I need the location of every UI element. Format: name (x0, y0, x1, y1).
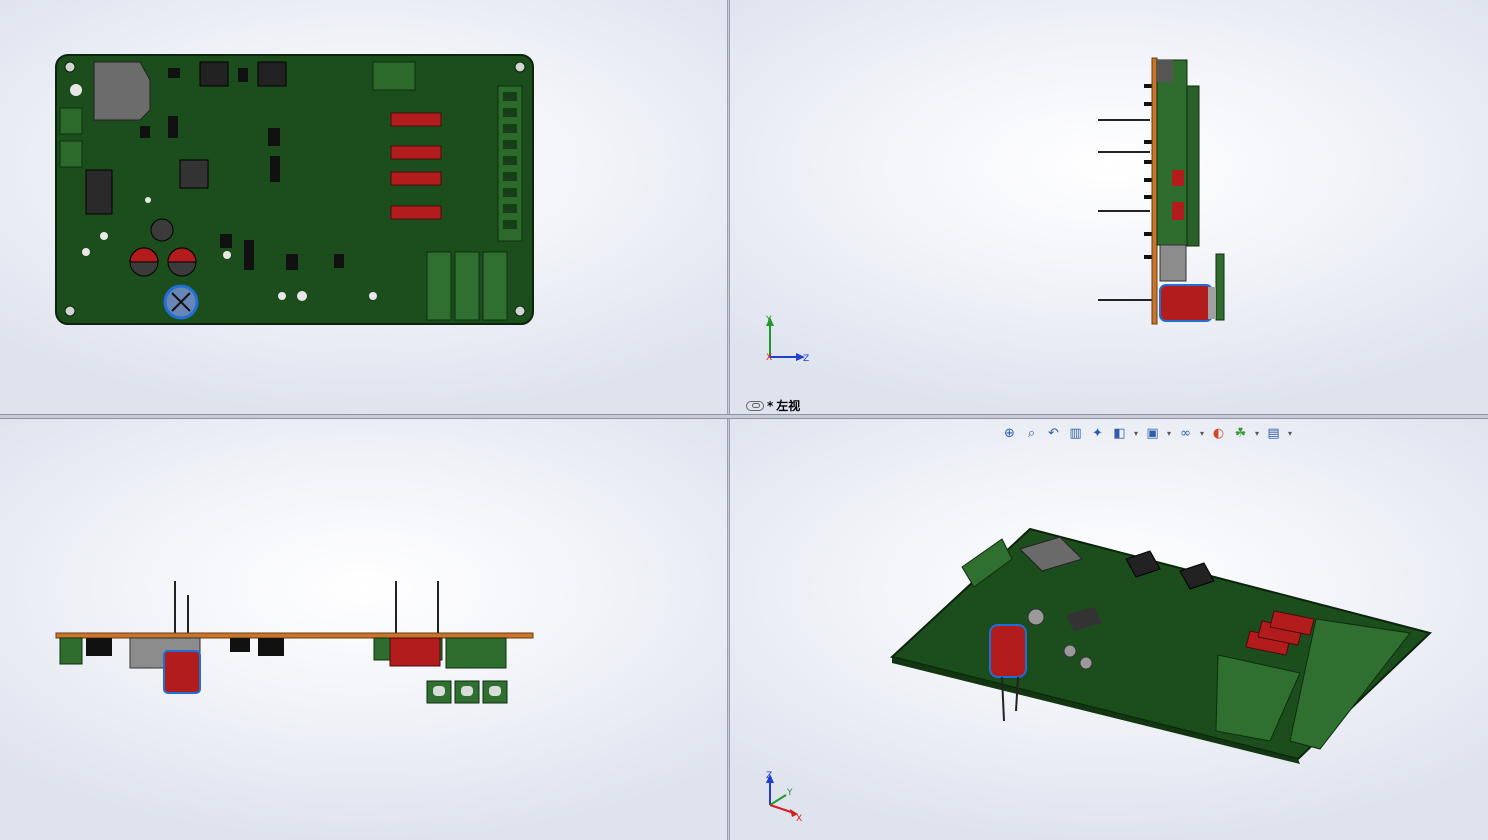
dynamic-annotation-icon[interactable]: ✦ (1088, 424, 1107, 443)
triad-z-label: Z (766, 771, 772, 781)
view-name-label: * 左视 (746, 397, 800, 414)
viewport-left[interactable]: Y Z X (730, 0, 1488, 414)
triad-y-label: Y (786, 788, 793, 798)
display-style-caret-icon[interactable]: ▾ (1165, 429, 1173, 438)
viewport-front[interactable] (0, 0, 727, 414)
hide-show-caret-icon[interactable]: ▾ (1198, 429, 1206, 438)
zoom-to-area-icon[interactable]: ⌕ (1022, 424, 1041, 443)
apply-scene-caret-icon[interactable]: ▾ (1253, 429, 1261, 438)
viewport-top[interactable] (0, 419, 727, 840)
apply-scene-icon[interactable]: ☘ (1231, 424, 1250, 443)
triad-x-label: X (766, 353, 772, 363)
display-style-icon[interactable]: ▣ (1143, 424, 1162, 443)
pcb-side-model[interactable] (730, 0, 1488, 414)
pcb-isometric-model[interactable] (730, 419, 1488, 840)
orientation-triad-left-view: Y Z X (765, 315, 809, 364)
viewport-isometric[interactable]: Z Y X (730, 419, 1488, 840)
viewport-splitter-vertical[interactable] (727, 0, 730, 840)
hide-show-items-icon[interactable]: ∞ (1176, 424, 1195, 443)
pcb-top-model[interactable] (0, 419, 727, 840)
view-orientation-caret-icon[interactable]: ▾ (1132, 429, 1140, 438)
orientation-triad-isometric: Z Y X (766, 771, 802, 824)
viewport-splitter-horizontal[interactable] (0, 414, 1488, 419)
section-view-icon[interactable]: ▥ (1066, 424, 1085, 443)
view-orientation-icon[interactable]: ◧ (1110, 424, 1129, 443)
view-setting-caret-icon[interactable]: ▾ (1286, 429, 1294, 438)
triad-z-label: Z (803, 354, 809, 364)
triad-y-label: Y (765, 315, 772, 325)
view-label-prefix: * (767, 398, 774, 413)
view-setting-icon[interactable]: ▤ (1264, 424, 1283, 443)
pcb-front-model[interactable] (0, 0, 727, 414)
triad-x-label: X (796, 814, 802, 824)
link-icon (746, 400, 764, 411)
heads-up-view-toolbar: ⊕ ⌕ ↶ ▥ ✦ ◧ ▾ ▣ ▾ ∞ ▾ ◐ ☘ ▾ ▤ ▾ (1000, 422, 1294, 444)
previous-view-icon[interactable]: ↶ (1044, 424, 1063, 443)
edit-appearance-icon[interactable]: ◐ (1209, 424, 1228, 443)
zoom-to-fit-icon[interactable]: ⊕ (1000, 424, 1019, 443)
view-label-text: 左视 (776, 399, 801, 413)
